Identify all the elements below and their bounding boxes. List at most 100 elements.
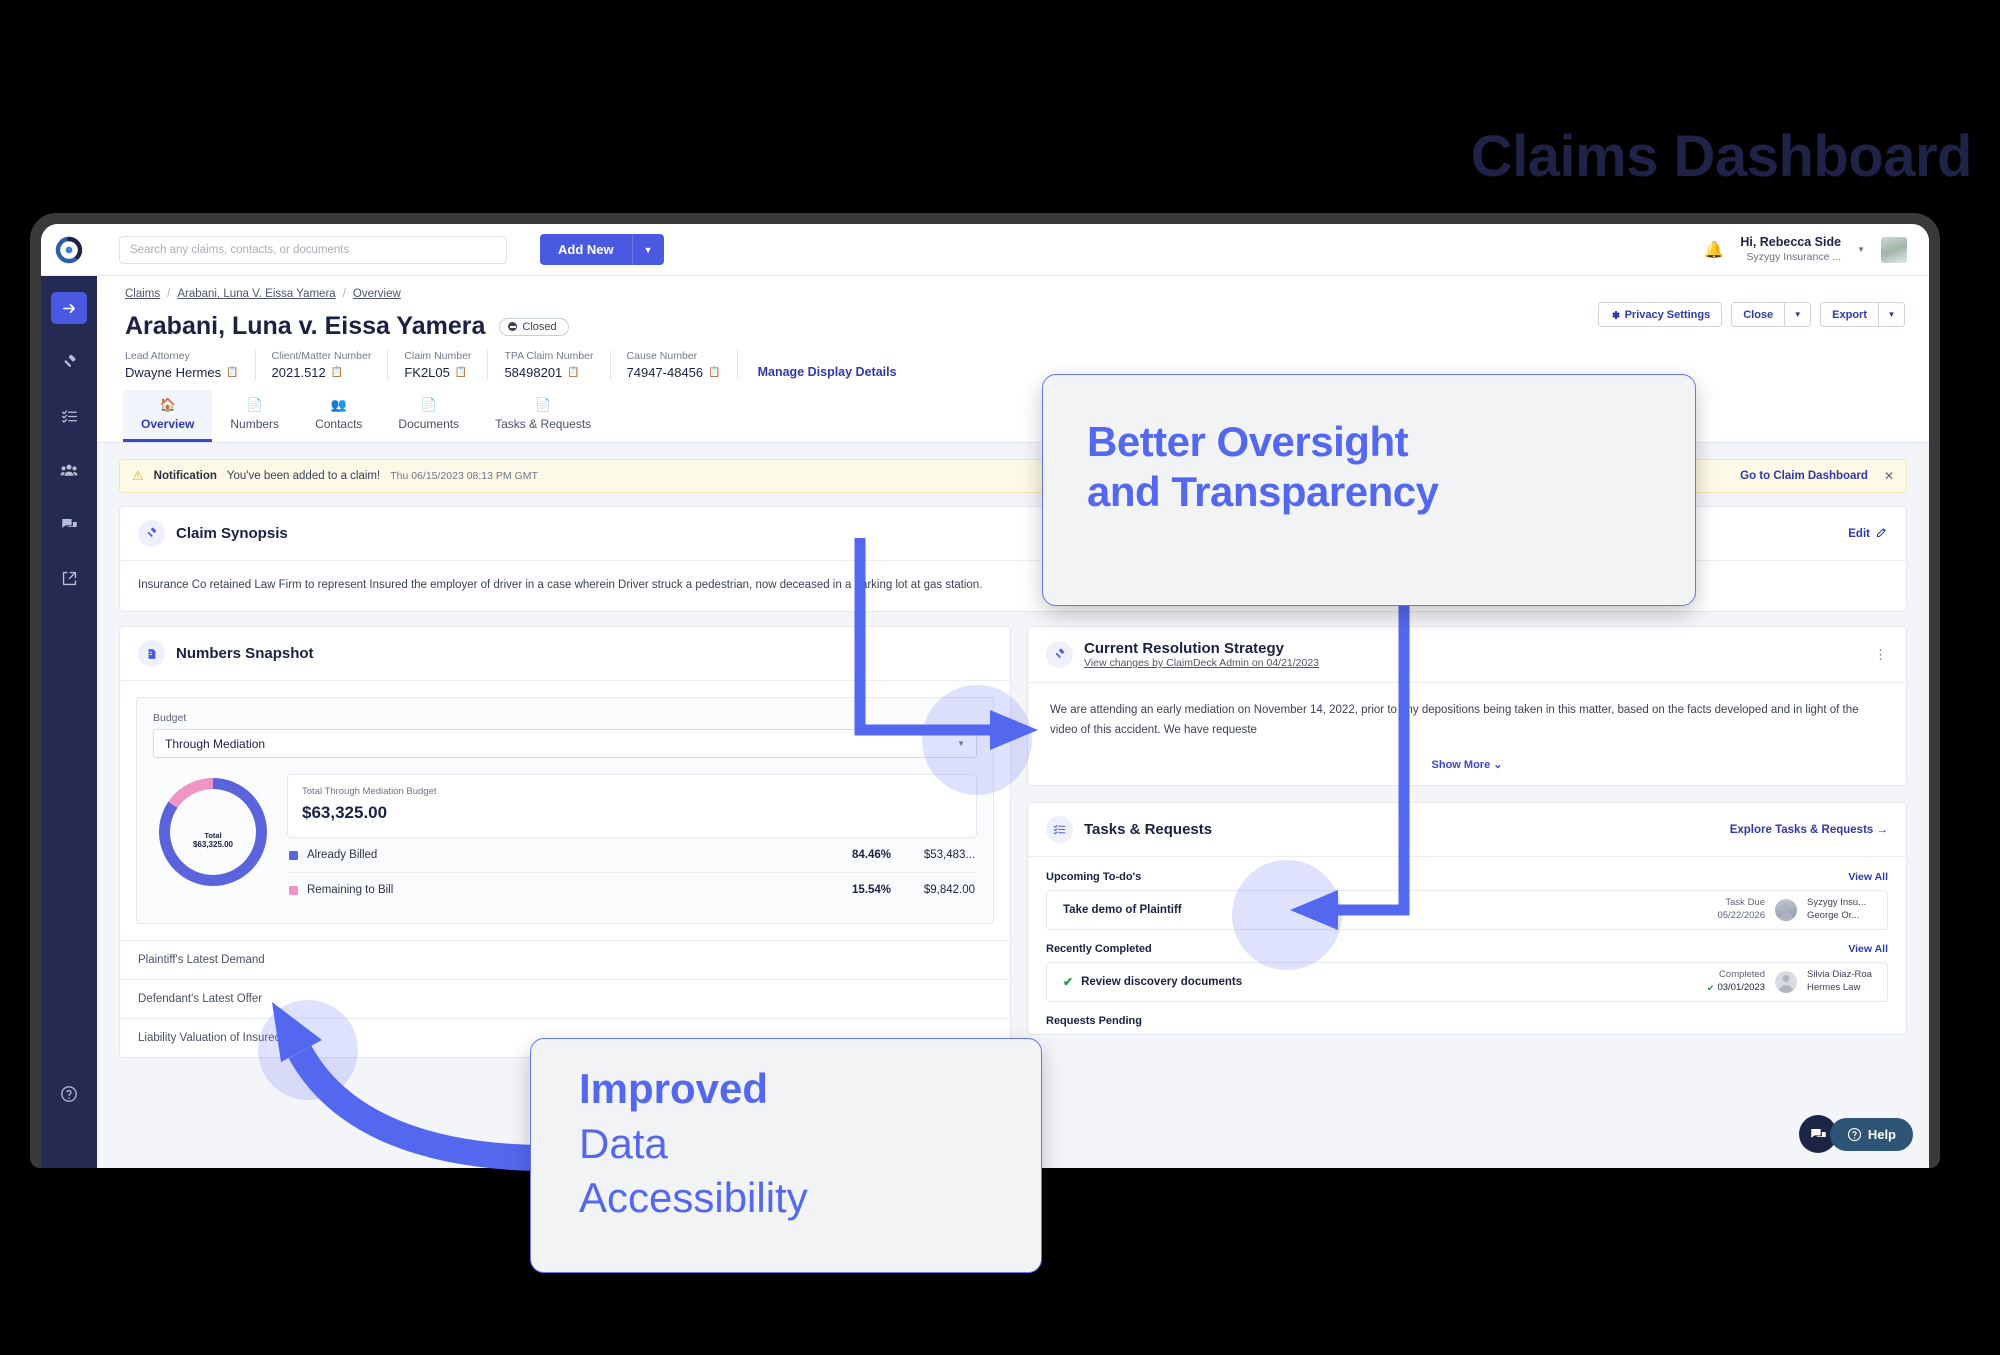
tab-numbers[interactable]: 📄 Numbers bbox=[212, 390, 297, 442]
card-header-actions: Explore Tasks & Requests → bbox=[1730, 824, 1888, 836]
tab-contacts[interactable]: 👥 Contacts bbox=[297, 390, 380, 442]
privacy-settings-button[interactable]: Privacy Settings bbox=[1597, 302, 1723, 327]
right-column: Current Resolution Strategy View changes… bbox=[1027, 626, 1907, 1058]
copy-icon[interactable]: 📋 bbox=[708, 367, 720, 378]
meta-value: Dwayne Hermes 📋 bbox=[125, 365, 239, 380]
manage-display-details-link[interactable]: Manage Display Details bbox=[758, 365, 897, 380]
chevron-down-icon[interactable]: ▼ bbox=[631, 234, 664, 265]
sidebar-item-messages[interactable] bbox=[51, 508, 87, 540]
notification-actions: Go to Claim Dashboard ✕ bbox=[1740, 469, 1894, 483]
copy-icon[interactable]: 📋 bbox=[455, 367, 467, 378]
kebab-menu-icon[interactable]: ⋮ bbox=[1874, 647, 1888, 663]
logo[interactable] bbox=[41, 236, 97, 264]
task-completed-label: Completed bbox=[1719, 969, 1765, 981]
go-to-claim-dashboard-link[interactable]: Go to Claim Dashboard bbox=[1740, 470, 1868, 482]
show-more-button[interactable]: Show More ⌄ bbox=[1028, 750, 1906, 785]
copy-icon[interactable]: 📋 bbox=[567, 367, 579, 378]
meta-label: Client/Matter Number bbox=[271, 350, 372, 362]
gavel-icon bbox=[1046, 641, 1073, 668]
document-icon: 📄 bbox=[420, 397, 437, 412]
meta-label: TPA Claim Number bbox=[504, 350, 594, 362]
avatar[interactable] bbox=[1775, 899, 1797, 922]
task-assignee-person: George Or... bbox=[1807, 910, 1860, 922]
add-new-button[interactable]: Add New bbox=[540, 234, 632, 265]
close-split-button[interactable]: Close ▼ bbox=[1731, 302, 1812, 327]
task-assignee: Silvia Diaz-Roa Hermes Law bbox=[1807, 969, 1875, 995]
card-header: Numbers Snapshot bbox=[120, 627, 1010, 681]
tasks-body: Upcoming To-do's View All Take demo of P… bbox=[1028, 857, 1906, 1027]
notification-message: You've been added to a claim! bbox=[226, 470, 381, 482]
copy-icon[interactable]: 📋 bbox=[226, 367, 238, 378]
edit-synopsis-button[interactable]: Edit bbox=[1848, 528, 1870, 540]
current-resolution-strategy-card: Current Resolution Strategy View changes… bbox=[1027, 626, 1907, 787]
notification-timestamp: Thu 06/15/2023 08:13 PM GMT bbox=[390, 470, 538, 482]
task-due-block: Task Due 05/22/2026 bbox=[1717, 897, 1765, 923]
callout-line-1: Improved bbox=[579, 1065, 769, 1112]
export-button[interactable]: Export bbox=[1820, 302, 1879, 327]
meta-tpa-claim-number: TPA Claim Number 58498201 📋 bbox=[488, 350, 611, 380]
task-completed-date: 03/01/2023 bbox=[1717, 982, 1765, 994]
view-all-completed-link[interactable]: View All bbox=[1848, 943, 1888, 955]
card-header: Tasks & Requests Explore Tasks & Request… bbox=[1028, 803, 1906, 858]
export-split-button[interactable]: Export ▼ bbox=[1820, 302, 1905, 327]
total-budget-box: Total Through Mediation Budget $63,325.0… bbox=[287, 774, 977, 838]
meta-client-matter-number: Client/Matter Number 2021.512 📋 bbox=[256, 350, 389, 380]
sidebar-item-help[interactable] bbox=[60, 1085, 78, 1108]
chevron-down-icon[interactable]: ▼ bbox=[1785, 302, 1812, 327]
explore-tasks-requests-link[interactable]: Explore Tasks & Requests → bbox=[1730, 824, 1888, 836]
breadcrumb-item-claims[interactable]: Claims bbox=[125, 288, 160, 300]
meta-label: Cause Number bbox=[626, 350, 698, 362]
avatar[interactable] bbox=[1775, 971, 1797, 994]
total-budget-value: $63,325.00 bbox=[302, 803, 388, 822]
sidebar-item-claims[interactable] bbox=[51, 346, 87, 378]
user-org: Syzygy Insurance ... bbox=[1746, 250, 1842, 263]
meta-value-text: 2021.512 bbox=[271, 365, 326, 380]
strategy-view-changes-link[interactable]: View changes by ClaimDeck Admin on 04/21… bbox=[1084, 657, 1319, 669]
task-due-date: 05/22/2026 bbox=[1717, 910, 1765, 922]
tab-label: Overview bbox=[141, 417, 195, 431]
close-icon[interactable]: ✕ bbox=[1884, 469, 1894, 483]
edit-pencil-icon[interactable] bbox=[1876, 526, 1888, 541]
callout-better-oversight: Better Oversight and Transparency bbox=[1042, 374, 1696, 606]
avatar[interactable] bbox=[1881, 236, 1907, 263]
task-assignee: Syzygy Insu... George Or... bbox=[1807, 897, 1875, 923]
status-badge[interactable]: Closed bbox=[499, 317, 569, 336]
check-circle-icon: ✔ bbox=[1706, 983, 1715, 994]
add-new-split-button[interactable]: Add New ▼ bbox=[540, 234, 664, 265]
chat-bubbles-icon bbox=[1810, 1128, 1826, 1138]
tasks-section-upcoming-header: Upcoming To-do's View All bbox=[1046, 871, 1888, 883]
row-defendants-latest-offer[interactable]: Defendant's Latest Offer bbox=[120, 979, 1010, 1018]
donut-center-value: $63,325.00 bbox=[192, 840, 234, 850]
user-menu[interactable]: Hi, Rebecca Side Syzygy Insurance ... bbox=[1740, 235, 1841, 264]
task-name: Review discovery documents bbox=[1081, 976, 1243, 989]
view-all-upcoming-link[interactable]: View All bbox=[1848, 871, 1888, 883]
chevron-down-icon[interactable]: ▼ bbox=[1879, 302, 1905, 327]
sidebar-item-contacts[interactable] bbox=[51, 454, 87, 486]
row-plaintiffs-latest-demand[interactable]: Plaintiff's Latest Demand bbox=[120, 940, 1010, 979]
section-heading: Upcoming To-do's bbox=[1046, 871, 1142, 884]
copy-icon[interactable]: 📋 bbox=[331, 367, 343, 378]
app-topbar: Add New ▼ 🔔 Hi, Rebecca Side Syzygy Insu… bbox=[41, 224, 1929, 276]
task-row[interactable]: ✔ Review discovery documents Completed ✔… bbox=[1046, 962, 1888, 1003]
search-input[interactable] bbox=[119, 235, 507, 264]
meta-label: Lead Attorney bbox=[125, 350, 190, 362]
people-icon bbox=[60, 464, 78, 476]
card-header-actions: ⋮ bbox=[1874, 647, 1888, 663]
sidebar-item-tasks[interactable] bbox=[51, 400, 87, 432]
help-circle-icon bbox=[61, 1086, 77, 1102]
callout-line-2: Data bbox=[579, 1119, 668, 1167]
help-button[interactable]: Help bbox=[1829, 1118, 1913, 1151]
sidebar-item-expand[interactable] bbox=[51, 292, 87, 324]
tab-overview[interactable]: 🏠 Overview bbox=[123, 390, 213, 442]
breadcrumb-item-overview[interactable]: Overview bbox=[353, 288, 401, 300]
check-circle-icon: ✔ bbox=[1063, 975, 1074, 990]
sidebar-item-share[interactable] bbox=[51, 562, 87, 594]
budget-select[interactable]: Through Mediation ▼ bbox=[153, 729, 977, 758]
task-row[interactable]: Take demo of Plaintiff Task Due 05/22/20… bbox=[1046, 890, 1888, 931]
tab-tasks-requests[interactable]: 📄 Tasks & Requests bbox=[477, 390, 609, 442]
tab-documents[interactable]: 📄 Documents bbox=[380, 390, 477, 442]
notification-bell-icon[interactable]: 🔔 bbox=[1704, 240, 1724, 260]
breadcrumb-item-case[interactable]: Arabani, Luna V. Eissa Yamera bbox=[177, 288, 335, 300]
close-button[interactable]: Close bbox=[1731, 302, 1786, 327]
chevron-down-icon[interactable]: ▼ bbox=[1857, 245, 1865, 254]
